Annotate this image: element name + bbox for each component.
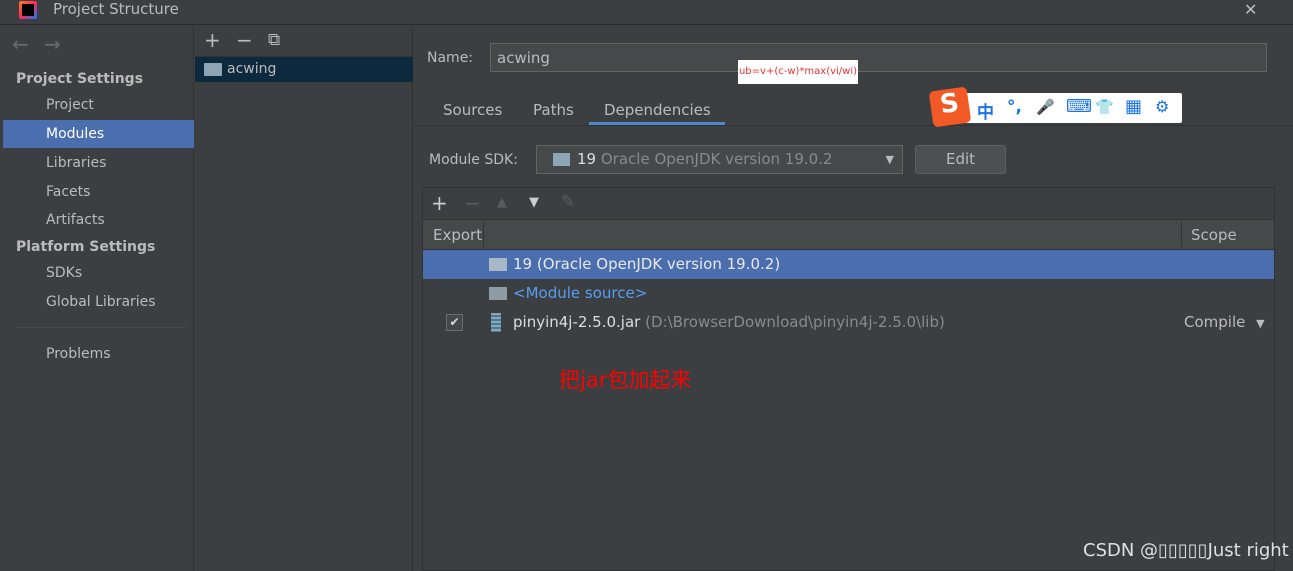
keyboard-icon[interactable]: ⌨ bbox=[1066, 96, 1092, 117]
edit-dependency-button[interactable]: ✎ bbox=[561, 192, 575, 212]
jdk-folder-icon bbox=[553, 153, 570, 166]
formula-tooltip: ub=v+(c-w)*max(vi/wi) bbox=[738, 60, 858, 84]
export-checkbox[interactable]: ✔ bbox=[446, 314, 463, 331]
module-name: acwing bbox=[227, 61, 277, 77]
sidebar-item-global-libraries[interactable]: Global Libraries bbox=[3, 288, 194, 316]
module-folder-icon bbox=[204, 63, 222, 76]
sidebar-item-problems[interactable]: Problems bbox=[3, 340, 194, 368]
jar-icon bbox=[491, 313, 501, 332]
sogou-logo-icon: S bbox=[928, 86, 972, 128]
toolbox-icon[interactable]: ▦ bbox=[1125, 96, 1142, 117]
watermark: CSDN @▯▯▯▯▯Just right bbox=[1083, 540, 1289, 561]
scope-select[interactable]: Compile ▼ bbox=[1184, 308, 1265, 338]
sidebar-item-libraries[interactable]: Libraries bbox=[3, 149, 194, 177]
close-button[interactable]: ✕ bbox=[1244, 0, 1257, 19]
tab-paths[interactable]: Paths bbox=[533, 100, 574, 120]
divider bbox=[16, 327, 186, 328]
column-divider bbox=[483, 222, 484, 247]
window-title: Project Structure bbox=[53, 0, 179, 18]
dependency-name: 19 (Oracle OpenJDK version 19.0.2) bbox=[513, 255, 781, 273]
copy-module-button[interactable]: ⧉ bbox=[268, 30, 280, 50]
table-header: Export Scope bbox=[423, 219, 1274, 250]
sidebar: ← → Project Settings Project Modules Lib… bbox=[3, 26, 194, 571]
module-sdk-select[interactable]: 19 Oracle OpenJDK version 19.0.2 ▼ bbox=[536, 145, 903, 174]
module-item-acwing[interactable]: acwing bbox=[195, 57, 413, 82]
column-export[interactable]: Export bbox=[433, 226, 482, 244]
sidebar-item-artifacts[interactable]: Artifacts bbox=[3, 206, 194, 234]
dependency-name: pinyin4j-2.5.0.jar (D:\BrowserDownload\p… bbox=[513, 313, 945, 331]
jdk-folder-icon bbox=[489, 258, 507, 271]
remove-module-button[interactable]: − bbox=[236, 28, 253, 52]
back-button[interactable]: ← bbox=[12, 32, 29, 56]
sdk-value: Oracle OpenJDK version 19.0.2 bbox=[600, 150, 833, 168]
sidebar-item-project[interactable]: Project bbox=[3, 91, 194, 119]
forward-button[interactable]: → bbox=[44, 32, 61, 56]
source-folder-icon bbox=[489, 287, 507, 300]
add-module-button[interactable]: + bbox=[204, 28, 221, 52]
ime-punctuation[interactable]: °, bbox=[1007, 97, 1022, 117]
module-list-panel: + − ⧉ acwing bbox=[195, 26, 413, 571]
microphone-icon[interactable]: 🎤 bbox=[1036, 98, 1055, 116]
platform-settings-heading: Platform Settings bbox=[16, 239, 156, 255]
settings-icon[interactable]: ⚙ bbox=[1155, 97, 1169, 116]
sidebar-item-sdks[interactable]: SDKs bbox=[3, 259, 194, 287]
table-row[interactable]: 19 (Oracle OpenJDK version 19.0.2) bbox=[423, 250, 1274, 279]
sidebar-item-modules[interactable]: Modules bbox=[3, 120, 194, 148]
table-row[interactable]: ✔ pinyin4j-2.5.0.jar (D:\BrowserDownload… bbox=[423, 308, 1274, 337]
tab-sources[interactable]: Sources bbox=[443, 100, 502, 120]
remove-dependency-button[interactable]: − bbox=[464, 191, 481, 215]
skin-icon[interactable]: 👕 bbox=[1095, 98, 1114, 116]
sdk-number: 19 bbox=[577, 150, 597, 168]
ime-toolbar: S 中 °, 🎤 ⌨ 👕 ▦ ⚙ bbox=[928, 86, 1182, 128]
divider bbox=[414, 125, 1293, 126]
dependencies-table: + − ▲ ▼ ✎ Export Scope 19 (Oracle OpenJD… bbox=[422, 187, 1275, 571]
ime-chinese-mode[interactable]: 中 bbox=[977, 98, 994, 123]
project-settings-heading: Project Settings bbox=[16, 71, 144, 87]
name-label: Name: bbox=[427, 50, 474, 66]
edit-sdk-button[interactable]: Edit bbox=[915, 145, 1006, 174]
tab-dependencies[interactable]: Dependencies bbox=[604, 100, 711, 120]
module-sdk-label: Module SDK: bbox=[429, 152, 518, 168]
move-up-button[interactable]: ▲ bbox=[497, 195, 507, 210]
intellij-logo-icon bbox=[19, 1, 37, 19]
chevron-down-icon: ▼ bbox=[885, 153, 894, 166]
add-dependency-button[interactable]: + bbox=[431, 191, 448, 215]
dependency-name: <Module source> bbox=[513, 284, 648, 302]
column-scope[interactable]: Scope bbox=[1191, 226, 1237, 244]
title-bar: Project Structure ✕ bbox=[0, 0, 1293, 25]
move-down-button[interactable]: ▼ bbox=[529, 195, 539, 210]
annotation-text: 把jar包加起来 bbox=[559, 368, 692, 392]
table-row[interactable]: <Module source> bbox=[423, 279, 1274, 308]
sidebar-item-facets[interactable]: Facets bbox=[3, 178, 194, 206]
name-input[interactable] bbox=[490, 43, 1267, 72]
column-divider bbox=[1181, 222, 1182, 247]
